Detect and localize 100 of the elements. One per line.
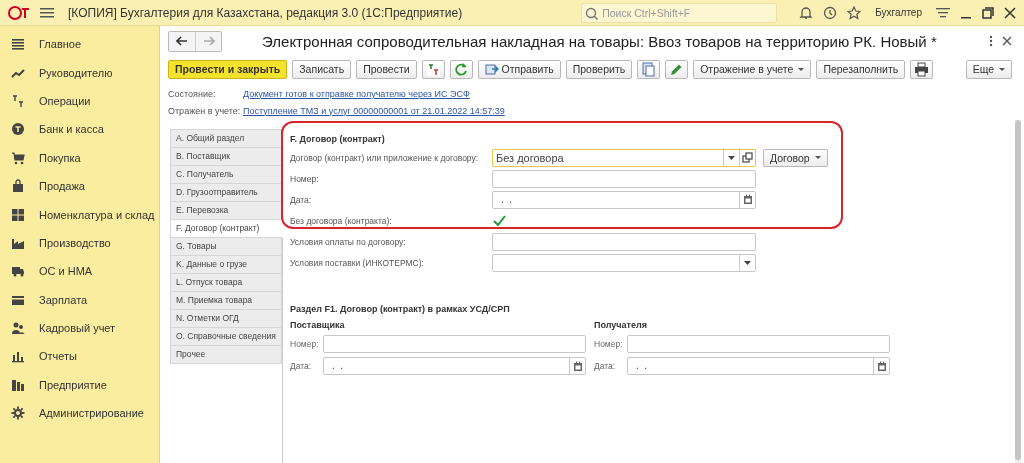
restore-icon[interactable] [982, 6, 994, 19]
sidebar-item[interactable]: Производство [0, 228, 159, 258]
debit-credit-button[interactable] [421, 59, 445, 79]
select-field[interactable]: Без договора [492, 148, 756, 167]
checkbox[interactable] [493, 214, 506, 227]
field-label: Без договора (контракта): [290, 215, 393, 226]
document-title: Электронная сопроводительная накладная на товары: Ввоз товаров на территорию РК. Новый * [262, 32, 938, 50]
sidebar-item[interactable]: Предприятие [0, 370, 159, 400]
toolbar-button[interactable]: Записать [292, 59, 352, 79]
input-field[interactable] [492, 169, 756, 188]
section-tab[interactable]: O. Справочные сведения [170, 328, 282, 346]
sidebar-item[interactable]: Операции [0, 86, 159, 116]
scrollbar[interactable] [1015, 120, 1021, 463]
field-label: Дата: [290, 194, 313, 205]
printer-icon [914, 61, 930, 77]
field-label: Номер: [290, 173, 320, 184]
building-icon [11, 377, 25, 392]
document-stack-icon [641, 61, 657, 77]
calendar-icon[interactable] [742, 194, 753, 205]
search-field[interactable]: Поиск Ctrl+Shift+F [581, 2, 778, 23]
contract-menu-button[interactable]: Договор [763, 148, 828, 167]
input-field[interactable] [492, 232, 756, 251]
date-field[interactable]: . . [627, 357, 890, 375]
menu-icon[interactable] [40, 6, 54, 19]
refresh-button[interactable] [449, 59, 473, 79]
field-label: Условия поставки (ИНКОТЕРМС): [290, 257, 425, 268]
section-tab[interactable]: L. Отпуск товара [170, 274, 282, 292]
send-icon [484, 62, 499, 76]
bar-chart-icon [11, 349, 25, 364]
open-icon[interactable] [742, 152, 753, 163]
section-tab[interactable]: C. Получатель [170, 166, 282, 184]
toolbar-button[interactable]: Провести [356, 59, 417, 79]
dropdown-caret-icon[interactable] [744, 260, 751, 265]
sidebar-item[interactable]: Банк и касса [0, 115, 159, 144]
section-tab[interactable]: G. Товары [170, 238, 282, 256]
settings-icon [11, 406, 25, 421]
column-heading: Получателя [594, 319, 648, 332]
sidebar-item[interactable]: Покупка [0, 143, 159, 172]
more-icon[interactable] [988, 34, 994, 48]
star-icon[interactable] [847, 5, 862, 20]
section-tab[interactable]: K. Данные о грузе [170, 256, 282, 274]
status-link[interactable]: Документ готов к отправке получателю через ИС ЭСФ [243, 88, 470, 99]
window-title: [КОПИЯ] Бухгалтерия для Казахстана, редакция 3.0 (1С:Предприятие) [68, 5, 464, 20]
toolbar-button[interactable]: Еще [965, 59, 1012, 79]
people-icon [11, 321, 25, 336]
close-icon[interactable] [1002, 36, 1012, 46]
settings-menu-icon[interactable] [936, 6, 950, 19]
section-tab[interactable]: N. Отметки ОГД [170, 310, 282, 328]
sidebar-item[interactable]: ОС и НМА [0, 257, 159, 286]
debit-credit-icon [425, 61, 441, 77]
section-tab[interactable]: A. Общий раздел [170, 129, 282, 148]
section-tab[interactable]: E. Перевозка [170, 202, 282, 220]
field-label: Условия оплаты по договору: [290, 236, 407, 247]
document-stack-button[interactable] [637, 59, 661, 79]
calendar-icon[interactable] [876, 360, 887, 372]
back-arrow-icon [176, 36, 188, 46]
sidebar-item[interactable]: Кадровый учет [0, 313, 159, 343]
sidebar-item[interactable]: Руководителю [0, 58, 159, 87]
user-name[interactable]: Бухгалтер [875, 7, 922, 18]
logo-icon [8, 5, 30, 20]
select-field[interactable] [492, 253, 756, 272]
sidebar-item[interactable]: Зарплата [0, 285, 159, 314]
date-field[interactable]: . . [323, 357, 586, 375]
section-tab[interactable]: D. Грузоотправитель [170, 184, 282, 202]
input-field[interactable] [627, 335, 890, 353]
toolbar-button[interactable]: Отправить [477, 59, 561, 79]
pencil-button[interactable] [665, 59, 689, 79]
cart-icon [11, 150, 25, 165]
close-icon[interactable] [1004, 6, 1016, 19]
status-link[interactable]: Поступление ТМЗ и услуг 00000000001 от 21.01.2022 14:57:39 [243, 105, 505, 116]
section-tab[interactable]: F. Договор (контракт) [170, 220, 283, 238]
coin-icon [11, 122, 25, 137]
sidebar-item[interactable]: Главное [0, 30, 159, 59]
sidebar-item[interactable]: Номенклатура и склад [0, 200, 159, 229]
section-tab[interactable]: M. Приемка товара [170, 292, 282, 310]
bell-icon[interactable] [799, 5, 814, 20]
bag-icon [11, 179, 25, 194]
status-label: Состояние: [168, 88, 217, 99]
date-field[interactable]: . . [492, 190, 756, 209]
debit-credit-icon [11, 93, 25, 108]
toolbar-button[interactable]: Отражение в учете [693, 59, 812, 79]
field-label: Договор (контракт) или приложение к договору: [290, 152, 480, 163]
sidebar-item[interactable]: Отчеты [0, 342, 159, 371]
field-label: Дата: [594, 361, 617, 371]
field-label: Дата: [290, 361, 313, 371]
forward-arrow-icon [202, 36, 215, 46]
dropdown-caret-icon[interactable] [728, 155, 735, 160]
truck-icon [11, 264, 25, 279]
status-label: Отражен в учете: [168, 105, 242, 116]
input-field[interactable] [323, 335, 586, 353]
printer-button[interactable] [910, 59, 934, 79]
sidebar-item[interactable]: Администрирование [0, 399, 159, 428]
sidebar-item[interactable]: Продажа [0, 171, 159, 201]
history-icon[interactable] [823, 5, 838, 20]
section-tab[interactable]: Прочее [170, 346, 282, 364]
post-and-close-button[interactable]: Провести и закрыть [168, 59, 288, 79]
toolbar-button[interactable]: Перезаполнить [816, 59, 906, 79]
toolbar-button[interactable]: Проверить [565, 59, 633, 79]
calendar-icon[interactable] [572, 360, 583, 372]
section-tab[interactable]: B. Поставщик [170, 148, 282, 166]
